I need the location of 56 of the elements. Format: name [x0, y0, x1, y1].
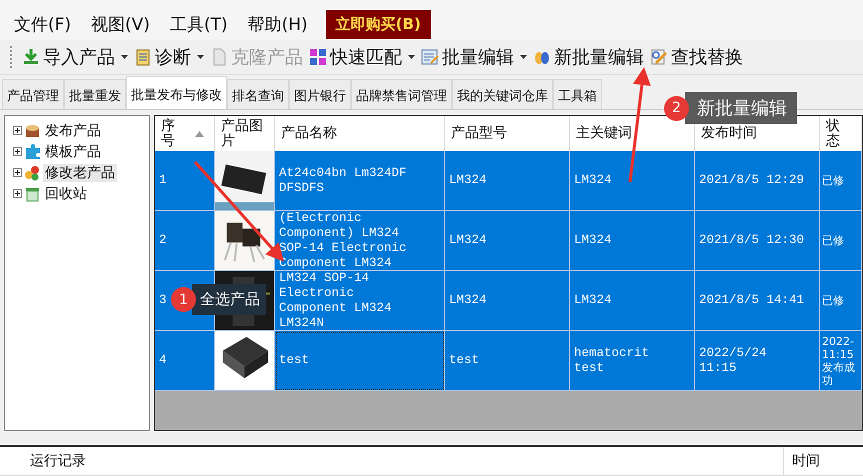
- tree-item[interactable]: 发布产品: [43, 122, 103, 140]
- buy-button[interactable]: 立即购买(B): [326, 10, 431, 38]
- toolbar-button[interactable]: 诊断: [131, 45, 207, 69]
- column-header[interactable]: 序号: [161, 118, 175, 148]
- menu-item[interactable]: 文件(F): [4, 10, 82, 38]
- step-badge: 2: [664, 96, 689, 120]
- toolbar-button[interactable]: 导入产品: [19, 45, 131, 69]
- tree-item[interactable]: 修改老产品: [43, 164, 117, 182]
- tab[interactable]: 批量发布与修改: [126, 76, 227, 109]
- toolbar-button[interactable]: 新批量编辑: [530, 45, 647, 69]
- table-cell: 2022/5/24 11:15: [695, 331, 820, 391]
- column-header[interactable]: 产品图片: [221, 118, 263, 148]
- menu-item[interactable]: 工具(T): [160, 10, 238, 38]
- caret-icon: [197, 55, 204, 59]
- column-header[interactable]: 运行记录: [30, 453, 86, 469]
- callout-tooltip: 新批量编辑: [685, 92, 797, 124]
- caret-icon: [520, 55, 527, 59]
- tab[interactable]: 品牌禁售词管理: [351, 79, 452, 109]
- table-cell: hematocrit test: [570, 331, 695, 391]
- tab[interactable]: 批量重发: [64, 79, 126, 109]
- tab[interactable]: 排名查询: [227, 79, 289, 109]
- download-icon: [22, 48, 40, 66]
- caret-icon: [121, 55, 128, 59]
- puzzle-icon: [24, 143, 41, 160]
- form-icon: [421, 48, 439, 66]
- tree-item[interactable]: 模板产品: [43, 142, 103, 160]
- column-header[interactable]: 时间: [792, 452, 820, 470]
- caret-icon: [408, 55, 415, 59]
- table-cell: 2022- 11:15 发布成功: [820, 331, 862, 391]
- tab[interactable]: 工具箱: [553, 79, 602, 109]
- bin-icon: [24, 185, 41, 202]
- tab[interactable]: 我的关键词仓库: [452, 79, 553, 109]
- box-icon: [24, 122, 41, 139]
- tiles-icon: [309, 48, 327, 66]
- table-cell: test: [445, 331, 570, 391]
- fruit-icon: [24, 164, 41, 181]
- tab[interactable]: 产品管理: [2, 79, 64, 109]
- table-row[interactable]: 1 At24c04bn Lm324DF DFSDFS LM324 LM324 2021/8/5 12:29 已修: [155, 151, 862, 211]
- toolbar-button[interactable]: 快速匹配: [306, 45, 418, 69]
- menu-item[interactable]: 帮助(H): [238, 10, 318, 38]
- column-header[interactable]: 产品名称: [281, 126, 337, 141]
- column-header[interactable]: 主关键词: [576, 126, 632, 141]
- toolbar-button[interactable]: 查找替换: [647, 45, 746, 69]
- column-header[interactable]: 状态: [826, 118, 840, 148]
- menu-item[interactable]: 视图(V): [81, 10, 160, 38]
- callout-tooltip: 全选产品: [192, 284, 266, 315]
- tree-item[interactable]: 回收站: [43, 184, 89, 202]
- toolbar-button[interactable]: 批量编辑: [418, 45, 530, 69]
- pencil-icon: [650, 48, 668, 66]
- column-header[interactable]: 发布时间: [701, 126, 757, 141]
- clipboard-icon: [134, 48, 152, 66]
- column-header[interactable]: 产品型号: [451, 126, 507, 141]
- tab[interactable]: 图片银行: [289, 79, 351, 109]
- table-row[interactable]: 4 test test hematocrit test 2022/5/24 11:15 2022- 11:15 发布成功: [155, 331, 862, 391]
- table-cell: test: [275, 331, 445, 391]
- table-row[interactable]: 2 (Electronic Component) LM324 SOP-14 Electronic Component LM324 LM324 LM324 2021/8/5 12:30 已修: [155, 211, 862, 271]
